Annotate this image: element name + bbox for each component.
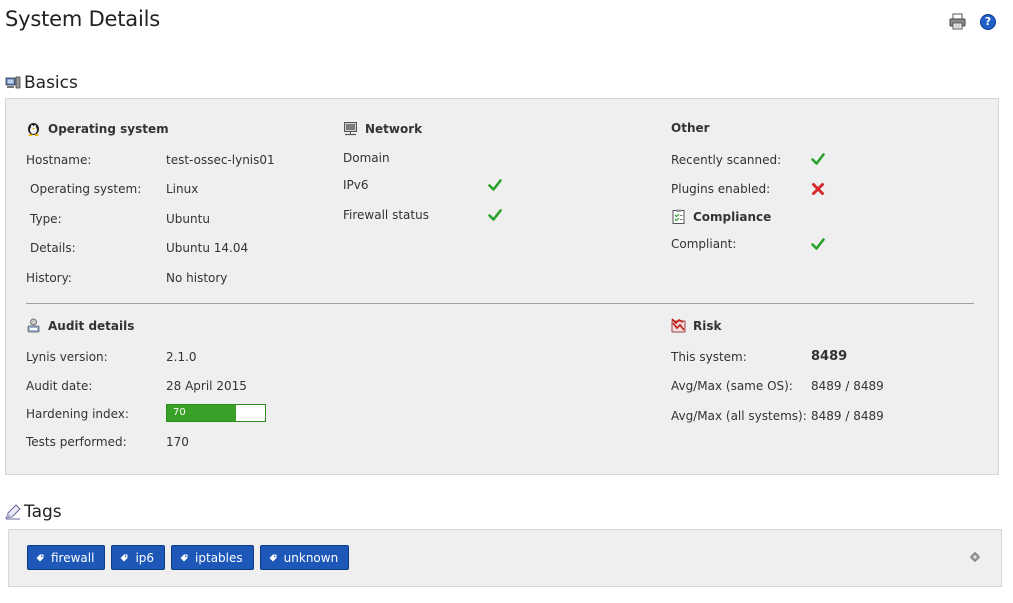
hardening-index-label: Hardening index: [26,407,129,421]
os-heading: Operating system [48,121,169,136]
tag-iptables[interactable]: iptables [171,545,254,570]
domain-label: Domain [343,151,390,165]
recently-scanned-label: Recently scanned: [671,153,782,167]
tag-label: iptables [195,550,243,565]
plugins-enabled-cross-icon [812,183,824,195]
firewall-status-label: Firewall status [343,208,429,222]
this-system-value: 8489 [811,349,848,364]
audit-date-value: 28 April 2015 [166,379,247,393]
tags-panel: firewall ip6 iptables unknown [8,529,1002,587]
gear-icon[interactable] [970,552,980,562]
compliant-label: Compliant: [671,237,737,251]
tag-label: firewall [51,550,95,565]
lynis-version-label: Lynis version: [26,350,108,364]
operating-system-label: Operating system: [30,182,142,196]
tag-icon [120,554,128,561]
risk-chart-icon [671,318,686,333]
ipv6-label: IPv6 [343,178,369,192]
help-icon[interactable]: ? [980,13,996,30]
tag-ip6[interactable]: ip6 [111,545,166,570]
lynis-version-value: 2.1.0 [166,350,197,364]
operating-system-value: Linux [166,182,199,196]
this-system-label: This system: [671,350,747,364]
tag-list: firewall ip6 iptables unknown [27,545,350,570]
other-heading: Other [671,121,710,135]
history-label: History: [26,271,72,285]
printer-icon[interactable] [949,13,966,30]
risk-subheading: Risk [671,318,721,333]
checklist-icon [672,209,685,224]
tag-unknown[interactable]: unknown [259,545,350,570]
tag-icon [180,554,188,561]
avg-max-all-systems-label: Avg/Max (all systems): [671,409,807,423]
compliance-heading: Compliance [693,209,772,224]
type-value: Ubuntu [166,212,210,226]
ipv6-check-icon [488,179,502,191]
compliant-check-icon [811,238,825,250]
tag-pencil-icon [5,504,21,520]
avg-max-all-systems-value: 8489 / 8489 [811,409,884,423]
network-heading: Network [365,121,423,136]
tests-performed-value: 170 [166,435,189,449]
network-subheading: Network [343,121,422,136]
avg-max-same-os-value: 8489 / 8489 [811,379,884,393]
audit-date-label: Audit date: [26,379,93,393]
basics-panel: Operating system Hostname: test-ossec-ly… [5,98,999,475]
tag-label: unknown [283,550,339,565]
audit-subheading: Audit details [26,318,134,333]
tags-heading: Tags [5,502,62,522]
computer-icon [5,76,21,89]
hostname-value: test-ossec-lynis01 [166,153,275,167]
avg-max-same-os-label: Avg/Max (same OS): [671,379,793,393]
tag-icon [269,554,277,561]
hostname-label: Hostname: [26,153,92,167]
audit-heading: Audit details [48,318,135,333]
details-label: Details: [30,241,76,255]
tag-label: ip6 [135,550,155,565]
section-divider [26,303,974,304]
os-subheading: Operating system [26,121,169,136]
tag-firewall[interactable]: firewall [27,545,106,570]
basics-title: Basics [24,73,78,93]
recently-scanned-check-icon [811,153,825,165]
compliance-subheading: Compliance [671,209,771,224]
other-subheading: Other [671,121,710,135]
basics-heading: Basics [5,73,78,93]
details-value: Ubuntu 14.04 [166,241,249,255]
hardening-index-value: 70 [173,407,186,418]
auditor-icon [27,318,40,333]
page-title: System Details [5,7,160,31]
risk-heading: Risk [693,318,722,333]
tag-icon [36,554,44,561]
hardening-index-bar: 70 [166,404,266,422]
type-label: Type: [30,212,62,226]
tests-performed-label: Tests performed: [26,435,127,449]
plugins-enabled-label: Plugins enabled: [671,182,771,196]
help-glyph: ? [984,15,992,28]
tags-title: Tags [24,502,62,522]
page-toolbar: ? [949,13,996,30]
tux-penguin-icon [28,123,39,136]
firewall-check-icon [488,209,502,221]
history-value: No history [166,271,228,285]
network-icon [344,122,357,136]
